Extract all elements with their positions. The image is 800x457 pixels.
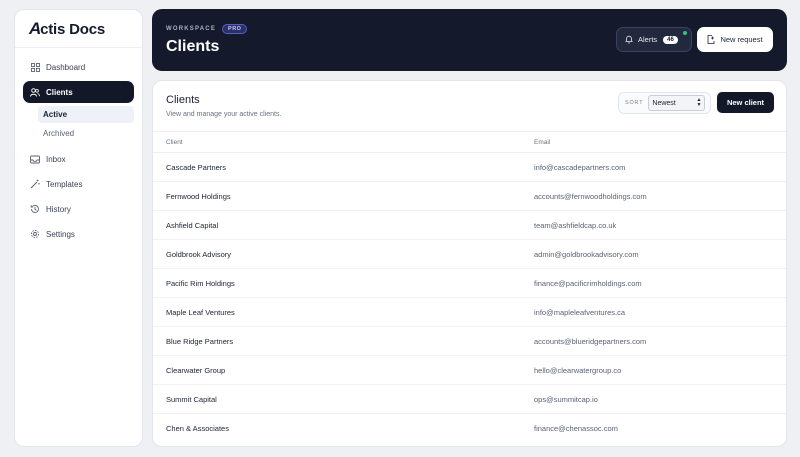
sidebar-item-history[interactable]: History	[23, 198, 134, 220]
sidebar-item-dashboard[interactable]: Dashboard	[23, 56, 134, 78]
client-email-cell: finance@chenassoc.com	[534, 424, 618, 433]
client-email-cell: hello@clearwatergroup.co	[534, 365, 622, 375]
status-dot	[683, 31, 687, 35]
brand-logo[interactable]: Actis Docs	[15, 10, 142, 48]
client-name-cell: Cascade Partners	[166, 162, 227, 172]
plan-badge: PRO	[222, 24, 248, 34]
card-subtitle: View and manage your active clients.	[166, 111, 282, 118]
client-email-cell: admin@goldbrookadvisory.com	[534, 249, 639, 259]
grid-icon	[30, 62, 40, 72]
client-email-cell: info@cascadepartners.com	[534, 162, 626, 172]
client-email-cell: info@mapleleafventures.ca	[534, 307, 625, 317]
table-row[interactable]: Pacific Rim Holdings finance@pacificrimho…	[153, 269, 786, 298]
clients-card: Clients View and manage your active clie…	[152, 80, 787, 447]
new-request-button[interactable]: New request	[697, 27, 773, 52]
client-name-cell: Ashfield Capital	[166, 220, 219, 230]
column-header-client[interactable]: Client	[166, 139, 183, 146]
brand-name: ctis Docs	[40, 20, 105, 38]
sidebar-item-templates[interactable]: Templates	[23, 173, 134, 195]
client-email-cell: accounts@blueridgepartners.com	[534, 336, 647, 346]
client-email-cell: finance@pacificrimholdings.com	[534, 278, 642, 288]
table-row[interactable]: Maple Leaf Ventures info@mapleleafventure…	[153, 298, 786, 327]
sidebar-item-label: Inbox	[46, 154, 66, 164]
users-icon	[30, 87, 40, 97]
table-row[interactable]: Blue Ridge Partners accounts@blueridgepar…	[153, 327, 786, 356]
client-email-cell: accounts@fernwoodholdings.com	[534, 191, 647, 201]
sidebar-nav: Dashboard Clients Active Archived Inbox …	[15, 48, 142, 245]
clients-table: Client Email Cascade Partners info@cascad…	[153, 131, 786, 443]
sort-selected-value: Newest	[652, 99, 676, 107]
sidebar-item-settings[interactable]: Settings	[23, 223, 134, 245]
new-request-label: New request	[720, 35, 763, 44]
sort-control: SORT Newest ▲ ▼	[618, 92, 711, 114]
sort-label: SORT	[625, 100, 644, 106]
sidebar-item-label: Templates	[46, 179, 83, 189]
sidebar-item-label: Settings	[46, 229, 75, 239]
table-row[interactable]: Fernwood Holdings accounts@fernwoodholdin…	[153, 182, 786, 211]
page-title: Clients	[166, 38, 220, 55]
bell-icon	[625, 35, 633, 44]
clients-subnav: Active Archived	[23, 106, 134, 142]
client-name-cell: Summit Capital	[166, 394, 217, 404]
client-name-cell: Chen & Associates	[166, 424, 229, 433]
client-name-cell: Blue Ridge Partners	[166, 336, 234, 346]
table-row[interactable]: Chen & Associates finance@chenassoc.com	[153, 414, 786, 443]
history-icon	[30, 204, 40, 214]
inbox-icon	[30, 154, 40, 164]
alerts-count-badge: 46	[663, 35, 678, 44]
card-title: Clients	[166, 94, 200, 106]
sort-select[interactable]: Newest ▲ ▼	[648, 95, 706, 111]
workspace-label: WORKSPACE	[166, 26, 217, 32]
table-row[interactable]: Summit Capital ops@summitcap.io	[153, 385, 786, 414]
table-body: Cascade Partners info@cascadepartners.com…	[153, 153, 786, 443]
table-header: Client Email	[153, 131, 786, 153]
subnav-item-active[interactable]: Active	[38, 106, 134, 123]
column-header-email[interactable]: Email	[534, 139, 550, 146]
sidebar-item-inbox[interactable]: Inbox	[23, 148, 134, 170]
new-document-icon	[707, 35, 715, 44]
table-row[interactable]: Clearwater Group hello@clearwatergroup.co	[153, 356, 786, 385]
client-name-cell: Pacific Rim Holdings	[166, 278, 235, 288]
client-name-cell: Maple Leaf Ventures	[166, 307, 235, 317]
wand-icon	[30, 179, 40, 189]
client-name-cell: Goldbrook Advisory	[166, 249, 232, 259]
table-row[interactable]: Cascade Partners info@cascadepartners.com	[153, 153, 786, 182]
client-email-cell: team@ashfieldcap.co.uk	[534, 220, 617, 230]
select-arrows-icon: ▲ ▼	[696, 97, 702, 108]
page-header: WORKSPACE PRO Clients Alerts 46 New requ…	[152, 9, 787, 71]
gear-icon	[30, 229, 40, 239]
alerts-button[interactable]: Alerts 46	[616, 27, 692, 52]
sidebar-item-label: Dashboard	[46, 62, 86, 72]
alerts-label: Alerts	[638, 35, 658, 44]
table-row[interactable]: Goldbrook Advisory admin@goldbrookadvisor…	[153, 240, 786, 269]
new-client-button[interactable]: New client	[717, 92, 774, 113]
client-email-cell: ops@summitcap.io	[534, 394, 598, 404]
sidebar: Actis Docs Dashboard Clients Active Arch…	[14, 9, 143, 447]
client-name-cell: Clearwater Group	[166, 365, 226, 375]
subnav-item-archived[interactable]: Archived	[38, 125, 134, 142]
sidebar-item-clients[interactable]: Clients	[23, 81, 134, 103]
workspace-row: WORKSPACE PRO	[166, 24, 248, 34]
client-name-cell: Fernwood Holdings	[166, 191, 231, 201]
sidebar-item-label: Clients	[46, 87, 73, 97]
table-row[interactable]: Ashfield Capital team@ashfieldcap.co.uk	[153, 211, 786, 240]
sidebar-item-label: History	[46, 204, 71, 214]
